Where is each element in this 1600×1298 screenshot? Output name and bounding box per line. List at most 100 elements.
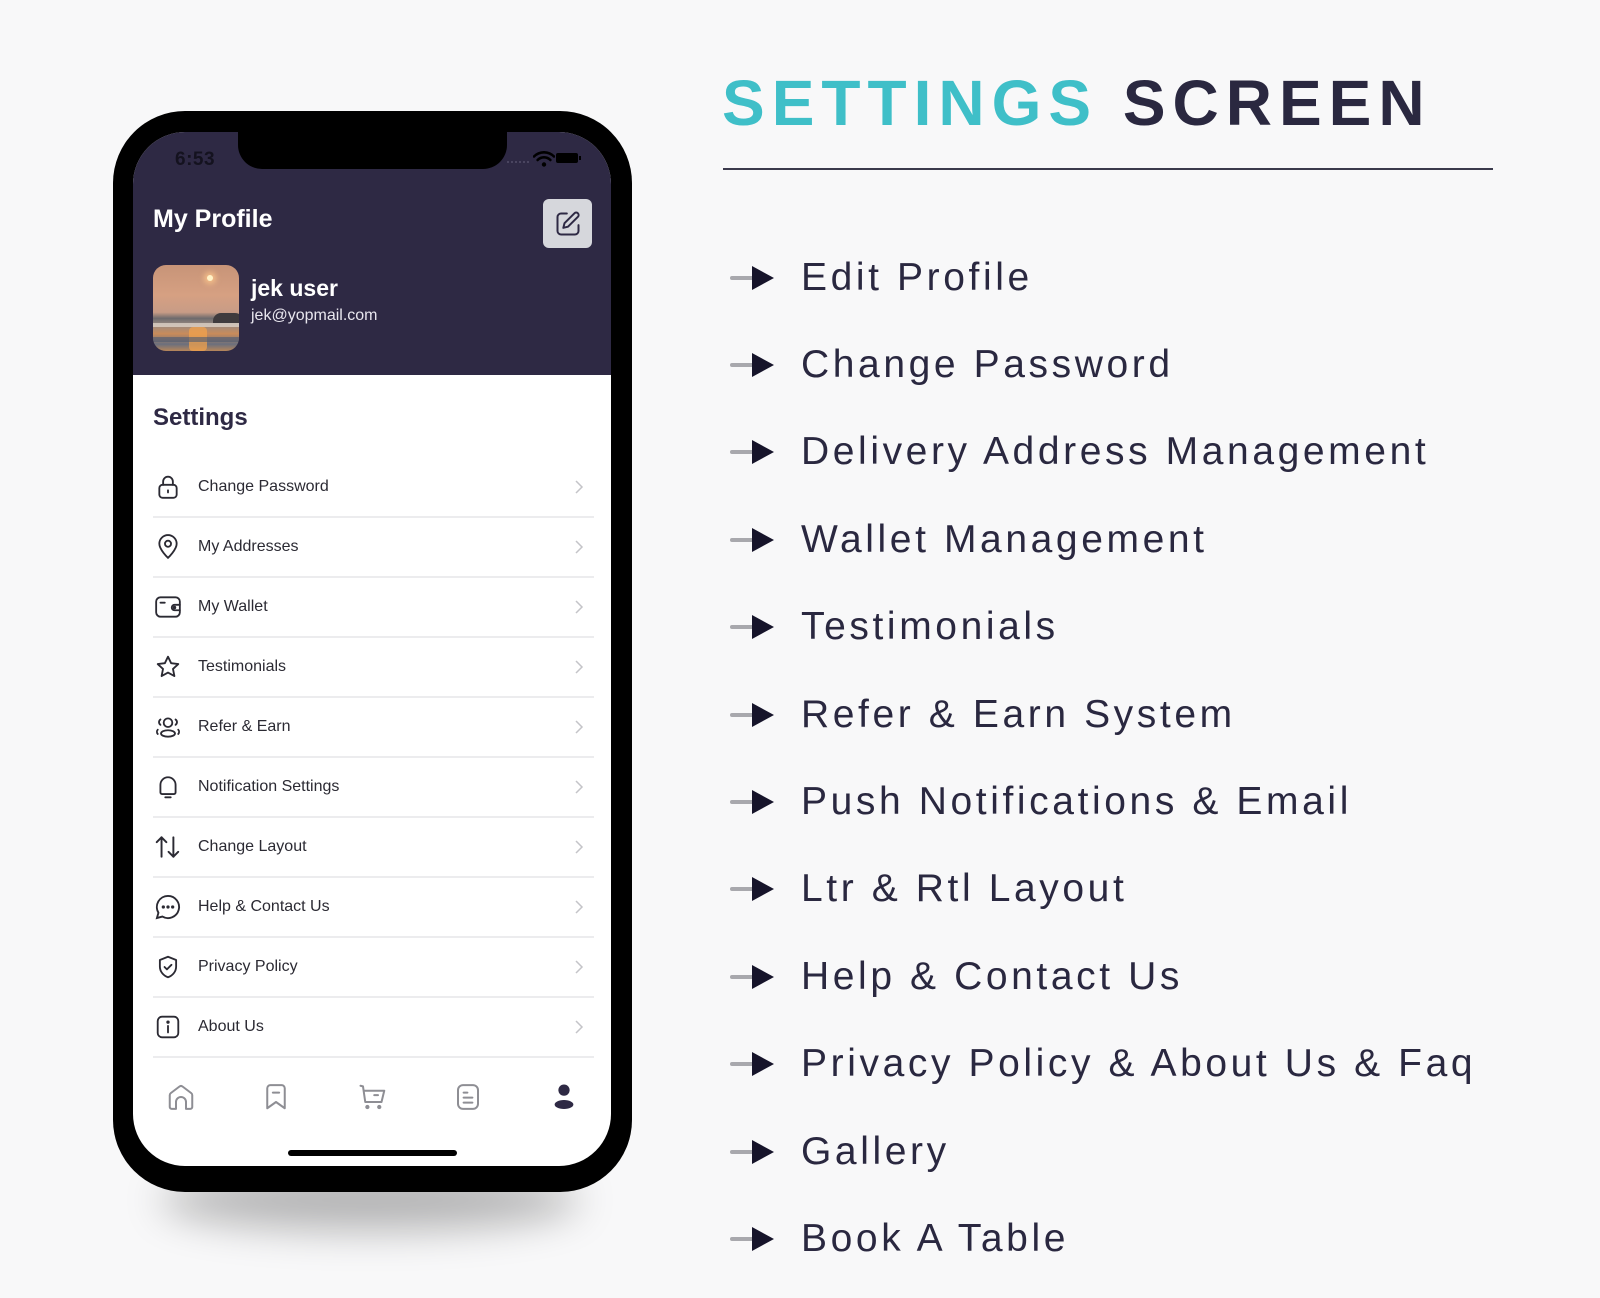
menu-item-label: Change Password [198,478,329,495]
bookmark-icon [266,1084,286,1110]
feature-item: Privacy Policy & About Us & Faq [730,1021,1476,1108]
chevron-right-icon [575,900,584,914]
menu-item-about-us[interactable]: About Us [153,998,594,1058]
menu-item-label: Testimonials [198,658,287,675]
feature-label: Change Password [801,343,1174,387]
menu-item-help-contact[interactable]: Help & Contact Us [153,878,594,938]
profile-icon [554,1084,574,1109]
chevron-right-icon [575,720,584,734]
edit-icon [556,211,580,235]
feature-label: Privacy Policy & About Us & Faq [801,1042,1477,1086]
feature-label: Wallet Management [801,517,1208,561]
feature-item: Gallery [730,1108,1476,1195]
feature-label: Delivery Address Management [801,430,1430,474]
avatar-photo-wave [153,337,239,342]
phone-notch [238,132,507,169]
edit-profile-button[interactable] [543,199,592,248]
settings-heading: Settings [153,404,248,431]
menu-item-my-addresses[interactable]: My Addresses [153,518,594,578]
signal-dots-icon [507,161,529,165]
nav-bookmarks[interactable] [259,1080,293,1114]
avatar-photo-rock [213,313,239,323]
feature-item: Help & Contact Us [730,933,1476,1020]
home-indicator [288,1150,457,1156]
arrow-right-icon [730,1130,774,1174]
home-icon [168,1085,194,1110]
page-title: My Profile [153,205,273,233]
feature-item: Delivery Address Management [730,409,1476,496]
shield-check-icon [154,953,182,981]
chevron-right-icon [575,1020,584,1034]
wallet-icon [154,593,182,621]
menu-item-label: About Us [198,1018,264,1035]
feature-label: Edit Profile [801,255,1033,299]
chat-bubble-icon [154,893,182,921]
arrow-right-icon [730,780,774,824]
arrow-right-icon [730,1042,774,1086]
feature-label: Book A Table [801,1216,1070,1260]
menu-item-privacy-policy[interactable]: Privacy Policy [153,938,594,998]
nav-cart[interactable] [356,1080,390,1114]
menu-item-label: My Wallet [198,598,268,615]
nav-profile[interactable] [547,1080,581,1114]
menu-item-label: Notification Settings [198,778,340,795]
chevron-right-icon [575,840,584,854]
menu-item-label: Change Layout [198,838,307,855]
bell-icon [154,773,182,801]
menu-item-label: Help & Contact Us [198,898,330,915]
arrow-right-icon [730,693,774,737]
hero-title: SETTINGS SCREEN [722,66,1432,140]
chevron-right-icon [575,600,584,614]
feature-list: Edit Profile Change Password Delivery Ad… [730,234,1476,1283]
arrow-right-icon [730,518,774,562]
menu-item-label: My Addresses [198,538,299,555]
info-icon [154,1013,182,1041]
arrows-up-down-icon [154,833,182,861]
arrow-right-icon [730,955,774,999]
arrow-right-icon [730,605,774,649]
chevron-right-icon [575,960,584,974]
hero-divider [723,168,1493,170]
arrow-right-icon [730,1217,774,1261]
avatar[interactable] [153,265,239,351]
document-icon [457,1084,479,1110]
feature-label: Gallery [801,1129,950,1173]
feature-label: Testimonials [801,605,1059,649]
menu-item-change-layout[interactable]: Change Layout [153,818,594,878]
battery-icon [556,153,581,163]
feature-item: Change Password [730,321,1476,408]
feature-item: Edit Profile [730,234,1476,321]
status-time: 6:53 [175,149,216,170]
settings-menu: Change Password My Addresses My Wallet T… [153,458,594,1058]
menu-item-notification-settings[interactable]: Notification Settings [153,758,594,818]
menu-item-refer-earn[interactable]: Refer & Earn [153,698,594,758]
profile-header: 6:53 My Profile jek user jek@yopmail.com [133,132,611,375]
user-name: jek user [251,275,338,301]
menu-item-testimonials[interactable]: Testimonials [153,638,594,698]
avatar-photo-sun [207,275,213,281]
menu-item-change-password[interactable]: Change Password [153,458,594,518]
feature-item: Wallet Management [730,496,1476,583]
nav-orders[interactable] [451,1080,485,1114]
feature-label: Push Notifications & Email [801,780,1352,824]
users-icon [154,713,182,741]
chevron-right-icon [575,480,584,494]
hero-title-rest: SCREEN [1122,67,1432,139]
user-email: jek@yopmail.com [251,307,378,324]
location-pin-icon [154,533,182,561]
chevron-right-icon [575,660,584,674]
arrow-right-icon [730,867,774,911]
feature-label: Refer & Earn System [801,692,1236,736]
arrow-right-icon [730,256,774,300]
phone-screen: 6:53 My Profile jek user jek@yopmail.com… [133,132,611,1166]
nav-home[interactable] [164,1080,198,1114]
feature-item: Testimonials [730,584,1476,671]
feature-item: Book A Table [730,1195,1476,1282]
cart-icon [359,1084,386,1110]
feature-item: Ltr & Rtl Layout [730,846,1476,933]
menu-item-label: Refer & Earn [198,718,291,735]
chevron-right-icon [575,540,584,554]
menu-item-my-wallet[interactable]: My Wallet [153,578,594,638]
feature-item: Refer & Earn System [730,671,1476,758]
arrow-right-icon [730,343,774,387]
